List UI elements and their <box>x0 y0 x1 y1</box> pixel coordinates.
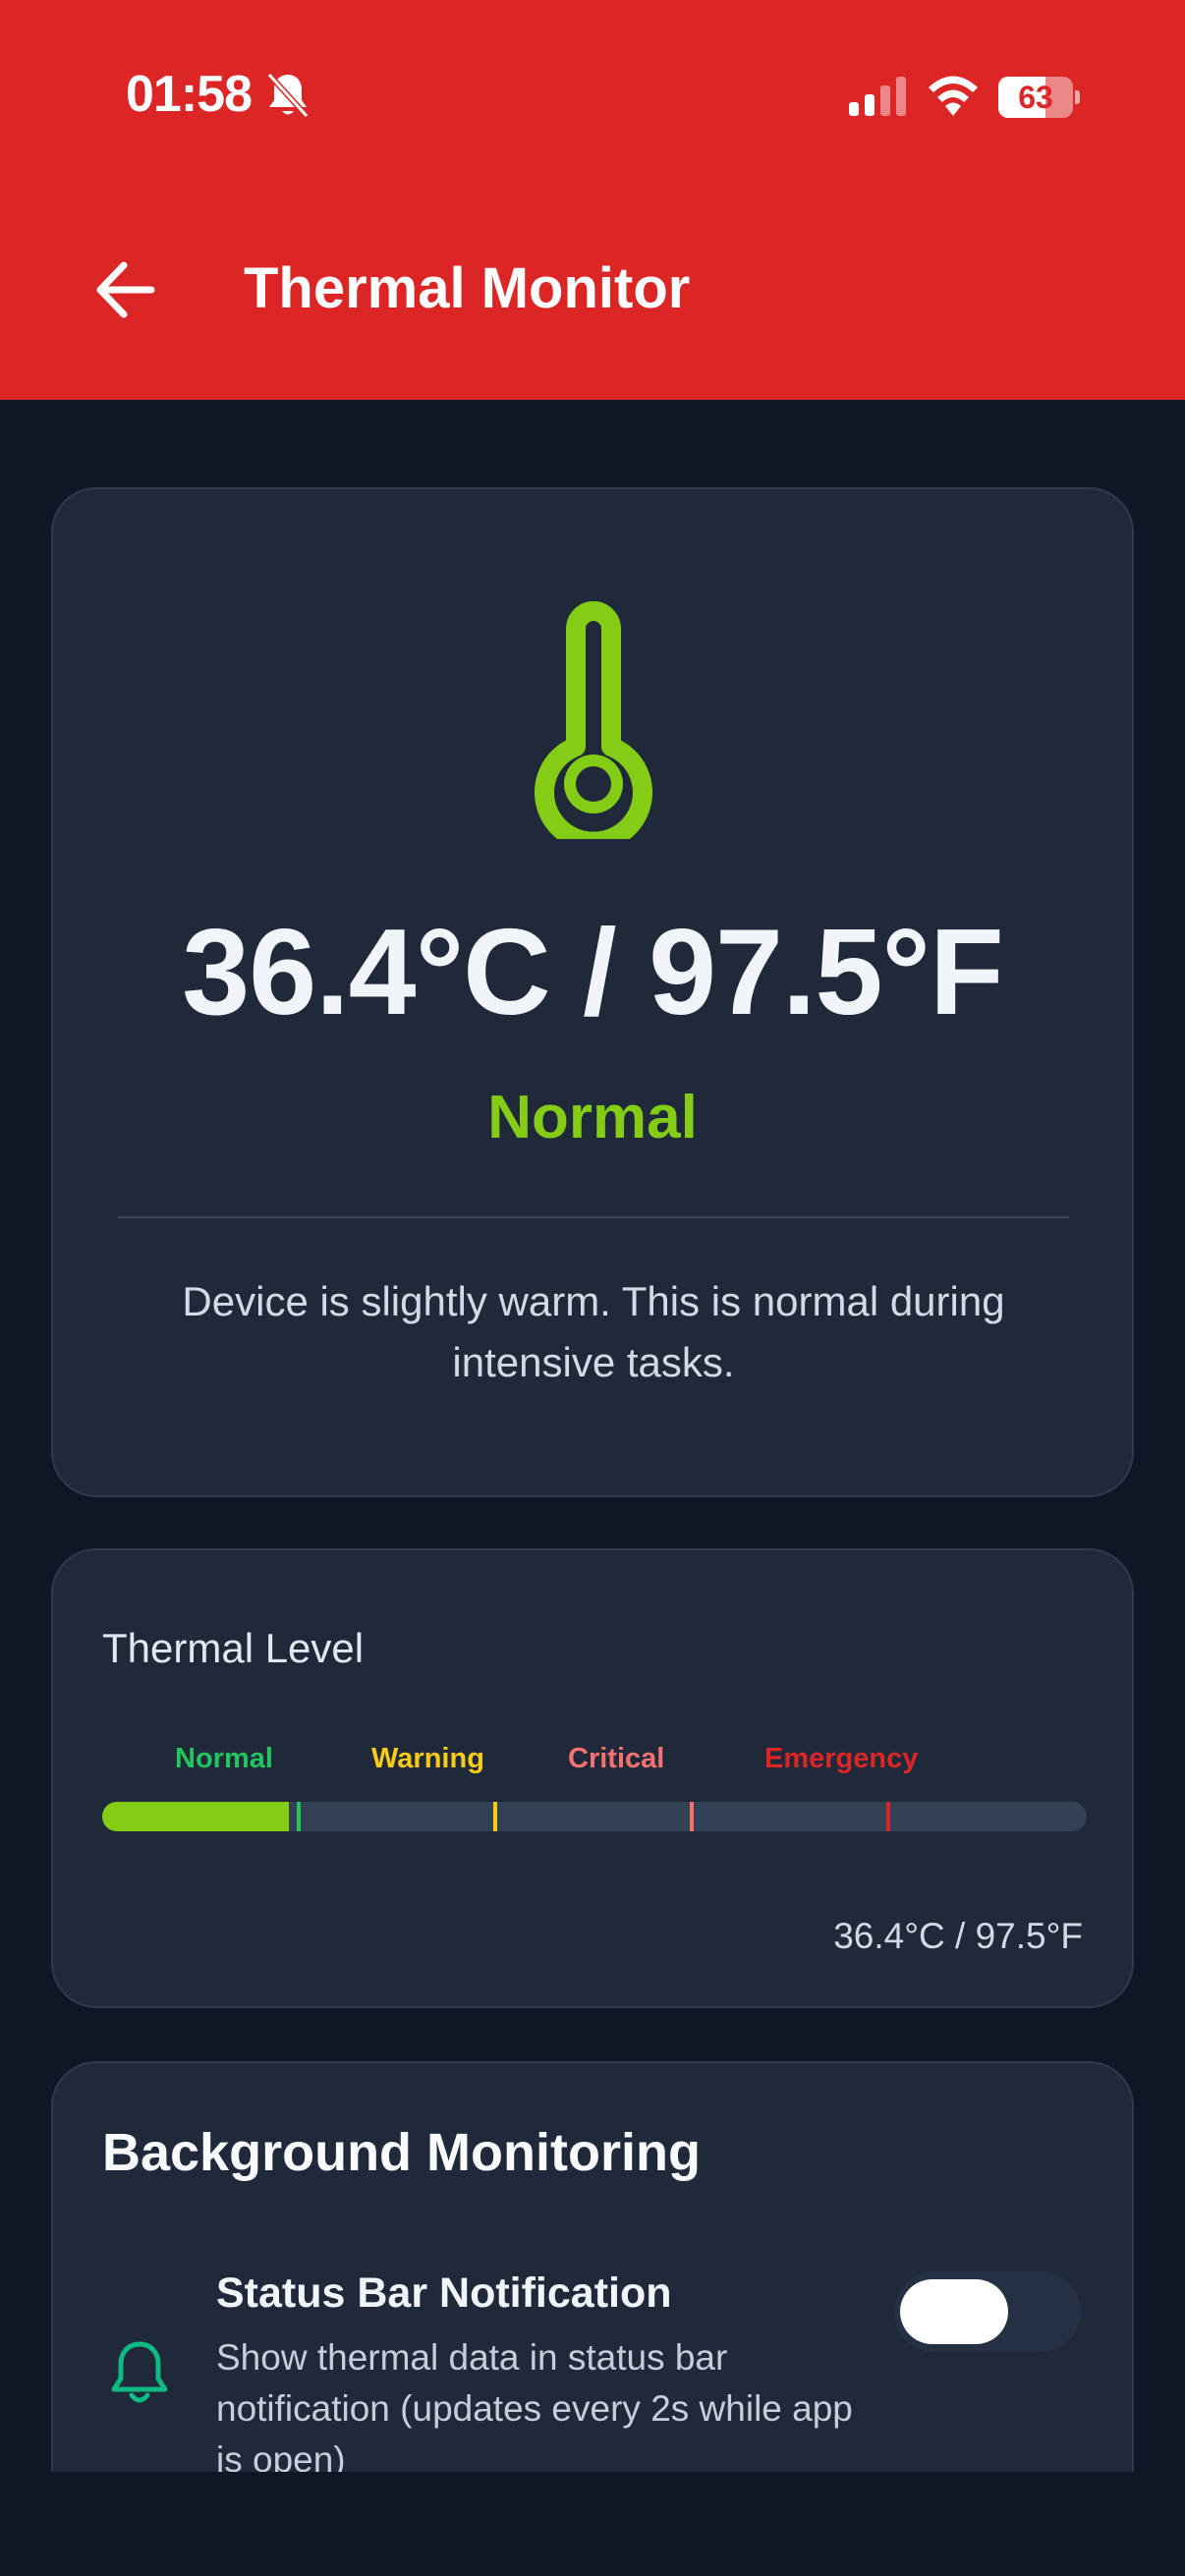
level-label-normal: Normal <box>175 1743 273 1774</box>
level-marker-normal <box>297 1802 301 1831</box>
toggle-knob <box>900 2279 1008 2344</box>
battery-cap <box>1075 90 1080 104</box>
app-header: 01:58 63 Thermal Monitor <box>0 0 1185 400</box>
level-label-warning: Warning <box>371 1743 484 1774</box>
temperature-status: Normal <box>487 1084 698 1151</box>
status-bar-notification-description: Show thermal data in status bar notifica… <box>216 2337 853 2480</box>
thermal-level-title: Thermal Level <box>102 1625 365 1671</box>
back-button[interactable] <box>90 257 161 322</box>
level-marker-emergency <box>886 1802 890 1831</box>
level-label-critical: Critical <box>568 1743 665 1774</box>
wifi-icon <box>929 76 978 116</box>
battery-icon: 63 <box>998 77 1080 118</box>
temperature-card: 36.4°C / 97.5°F Normal Device is slightl… <box>51 487 1134 1497</box>
level-marker-warning <box>493 1802 497 1831</box>
signal-icon <box>849 77 906 116</box>
arrow-left-icon <box>96 261 155 318</box>
thermal-level-reading: 36.4°C / 97.5°F <box>833 1916 1083 1956</box>
page-title: Thermal Monitor <box>244 256 691 320</box>
status-bar-notification-title: Status Bar Notification <box>216 2269 672 2317</box>
temperature-reading: 36.4°C / 97.5°F <box>182 905 1004 1040</box>
battery-body: 63 <box>998 77 1073 118</box>
temperature-description: Device is slightly warm. This is normal … <box>182 1278 1005 1385</box>
thermal-level-bar <box>102 1802 1087 1831</box>
status-time: 01:58 <box>126 66 253 123</box>
card-divider <box>118 1216 1069 1218</box>
background-monitoring-title: Background Monitoring <box>102 2123 701 2182</box>
thermometer-icon <box>535 601 652 839</box>
thermal-level-fill <box>102 1802 290 1831</box>
thermal-level-card: Thermal Level Normal Warning Critical Em… <box>51 1548 1134 2008</box>
bottom-background <box>0 2472 1185 2576</box>
level-label-emergency: Emergency <box>764 1743 919 1774</box>
status-bar: 01:58 63 <box>0 0 1185 196</box>
bell-off-icon <box>266 72 310 119</box>
level-marker-critical <box>690 1802 694 1831</box>
status-bar-notification-toggle[interactable] <box>894 2271 1081 2352</box>
battery-level: 63 <box>1018 80 1053 115</box>
bell-icon <box>111 2341 168 2403</box>
